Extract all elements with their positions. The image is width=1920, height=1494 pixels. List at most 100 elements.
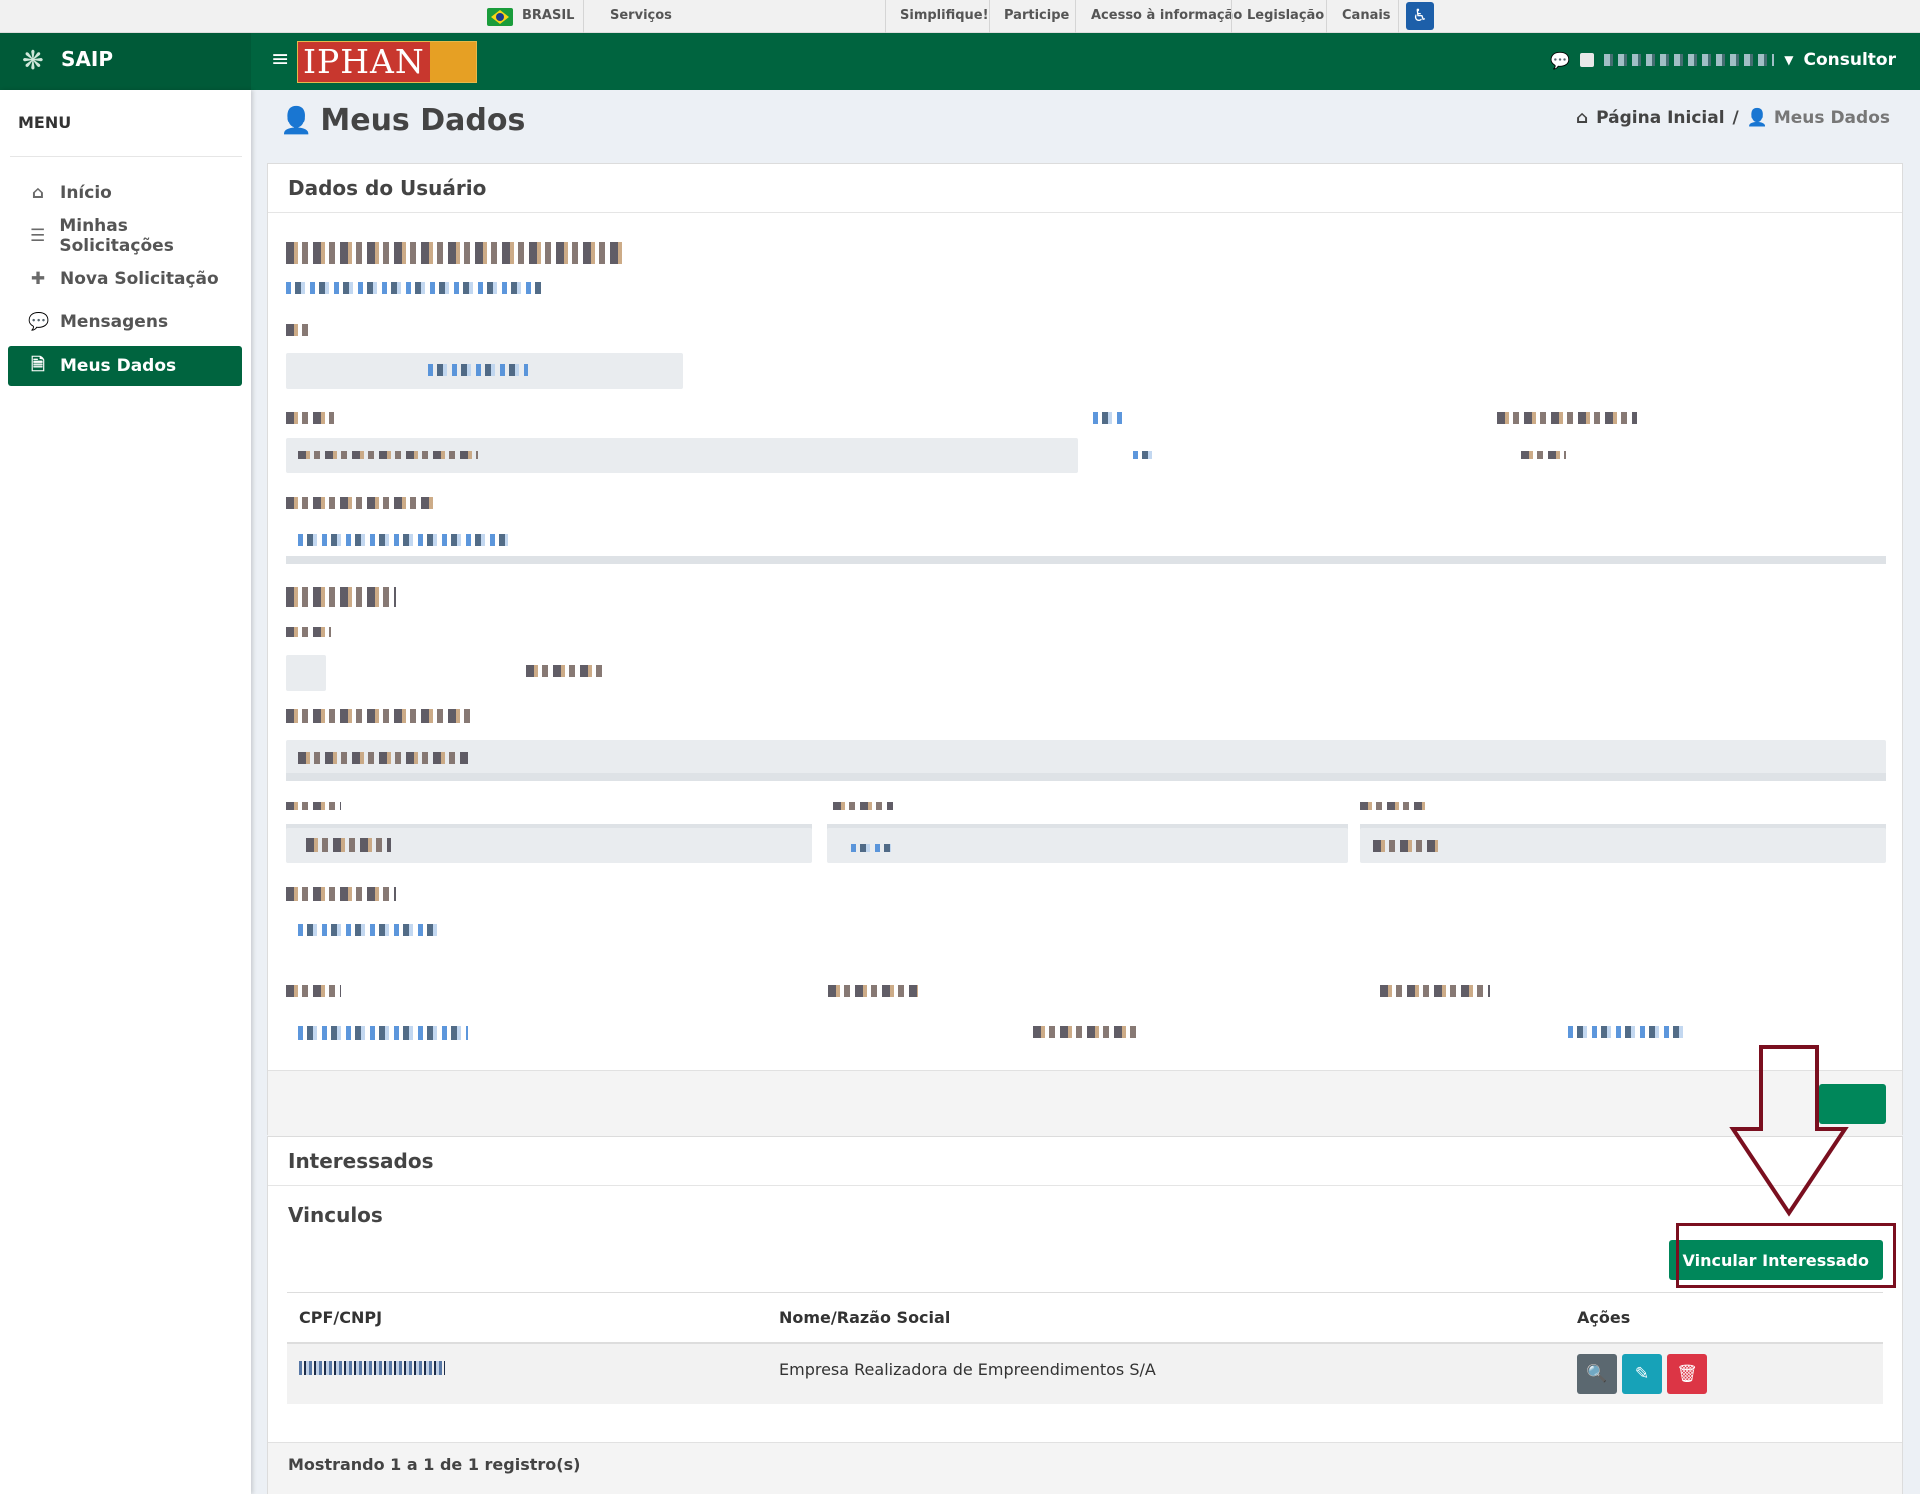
column-header-cpf-cnpj: CPF/CNPJ — [287, 1292, 767, 1344]
iphan-logo-text: IPHAN — [298, 42, 430, 82]
redacted-field — [286, 740, 1886, 775]
breadcrumb-current: 👤 Meus Dados — [1747, 108, 1890, 128]
table-header-row: CPF/CNPJ Nome/Razão Social Ações — [287, 1292, 1883, 1344]
redacted-value — [1033, 1026, 1138, 1038]
hamburger-menu-icon[interactable]: ≡ — [271, 48, 289, 72]
brand-area[interactable]: ❋ SAIP — [0, 33, 251, 90]
list-icon: ☰ — [30, 226, 46, 246]
gov-top-bar: BRASIL Serviços Simplifique! Participe A… — [0, 0, 1920, 33]
top-header: ❋ SAIP ≡ IPHAN 💬 ▼ Consultor — [0, 33, 1920, 90]
sidebar-item-meus-dados[interactable]: 🗎 Meus Dados — [8, 346, 242, 386]
redacted-field — [1360, 828, 1886, 863]
edit-icon: ✎ — [1634, 1363, 1650, 1384]
accessibility-icon[interactable]: ♿ — [1406, 2, 1434, 30]
redacted-user-name — [286, 242, 626, 264]
user-icon: 👤 — [1746, 108, 1768, 128]
iphan-logo-emblem — [429, 42, 476, 82]
redacted-user-email — [286, 282, 541, 294]
redacted-label — [286, 412, 334, 424]
home-icon: ⌂ — [1575, 108, 1589, 128]
gov-participe-link[interactable]: Participe — [1004, 8, 1069, 23]
gov-acesso-informacao-link[interactable]: Acesso à informação — [1091, 8, 1242, 23]
sidebar-item-minhas-solicitacoes[interactable]: ☰ Minhas Solicitações — [8, 216, 242, 256]
breadcrumb: ⌂ Página Inicial / 👤 Meus Dados — [1576, 108, 1890, 128]
redacted-label — [1497, 412, 1637, 424]
user-avatar — [1580, 53, 1595, 67]
edit-button[interactable]: ✎ — [1622, 1353, 1662, 1394]
gov-legislacao-link[interactable]: Legislação — [1247, 8, 1324, 23]
user-data-panel-footer — [268, 1070, 1902, 1136]
redacted-value — [298, 534, 508, 546]
column-header-acoes: Ações — [1565, 1292, 1883, 1344]
redacted-value — [1373, 840, 1438, 852]
gov-servicos-link[interactable]: Serviços — [610, 8, 672, 23]
user-data-panel-title: Dados do Usuário — [268, 164, 1902, 213]
sidebar-item-label: Meus Dados — [60, 356, 177, 376]
redacted-value — [428, 364, 528, 376]
redacted-value — [298, 451, 478, 459]
sidebar-item-label: Minhas Solicitações — [59, 216, 174, 256]
interessados-panel-title: Interessados — [268, 1137, 1902, 1186]
redacted-label — [1360, 802, 1425, 810]
breadcrumb-separator: / — [1732, 108, 1739, 128]
redacted-value — [1521, 451, 1566, 459]
cell-acoes: 🔍 ✎ 🗑 — [1565, 1342, 1883, 1404]
redacted-cpf-cnpj — [299, 1360, 445, 1375]
redacted-label — [286, 497, 436, 509]
page-title-text: Meus Dados — [320, 103, 526, 138]
gov-canais-link[interactable]: Canais — [1342, 8, 1391, 23]
search-icon: 🔍 — [1586, 1363, 1608, 1384]
redacted-value — [1133, 451, 1155, 459]
redacted-label — [286, 985, 341, 997]
chat-icon[interactable]: 💬 — [1550, 51, 1570, 70]
redacted-field — [827, 828, 1348, 863]
divider-line — [286, 773, 1886, 781]
sidebar-item-label: Mensagens — [60, 312, 169, 332]
sidebar-item-mensagens[interactable]: 💬 Mensagens — [8, 302, 242, 342]
delete-button[interactable]: 🗑 — [1667, 1353, 1707, 1394]
user-icon: 👤 — [280, 105, 313, 136]
redacted-field — [286, 655, 326, 691]
column-header-nome: Nome/Razão Social — [767, 1292, 1565, 1344]
user-menu[interactable]: 💬 ▼ Consultor — [1550, 50, 1896, 70]
user-role: Consultor — [1803, 50, 1897, 70]
sidebar-item-label: Nova Solicitação — [60, 269, 219, 289]
brazil-flag-icon — [487, 8, 513, 26]
sidebar-item-nova-solicitacao[interactable]: ✚ Nova Solicitação — [8, 259, 242, 299]
annotation-arrow-icon — [1729, 1045, 1849, 1217]
redacted-label — [286, 324, 310, 336]
records-count-text: Mostrando 1 a 1 de 1 registro(s) — [288, 1455, 581, 1474]
redacted-label — [833, 802, 893, 810]
gov-brasil-link[interactable]: BRASIL — [522, 8, 574, 23]
redacted-label — [286, 802, 341, 810]
chevron-down-icon[interactable]: ▼ — [1784, 53, 1793, 67]
trash-icon: 🗑 — [1676, 1363, 1698, 1384]
redacted-label — [1380, 985, 1490, 997]
table-row: Empresa Realizadora de Empreendimentos S… — [287, 1342, 1883, 1404]
breadcrumb-home[interactable]: Página Inicial — [1596, 108, 1724, 128]
redacted-value — [298, 924, 438, 936]
redacted-value — [526, 665, 606, 677]
iphan-logo: IPHAN — [297, 41, 477, 83]
view-button[interactable]: 🔍 — [1577, 1353, 1617, 1394]
redacted-value — [851, 844, 891, 852]
table-info-footer: Mostrando 1 a 1 de 1 registro(s) — [268, 1442, 1902, 1494]
menu-title: MENU — [18, 113, 72, 132]
redacted-label — [286, 627, 331, 637]
redacted-value — [298, 1026, 468, 1040]
home-icon: ⌂ — [31, 183, 45, 203]
sidebar-item-label: Início — [60, 183, 112, 203]
sidebar-item-inicio[interactable]: ⌂ Início — [8, 173, 242, 213]
brand-name: SAIP — [61, 47, 113, 71]
annotation-highlight-box — [1676, 1223, 1896, 1288]
redacted-section-title — [286, 587, 396, 607]
redacted-label — [828, 985, 918, 997]
user-data-panel: Dados do Usuário — [267, 163, 1903, 1136]
menu-divider — [10, 156, 242, 157]
chat-icon: 💬 — [28, 312, 50, 332]
redacted-label — [1093, 412, 1123, 424]
saip-logo-icon: ❋ — [22, 46, 44, 76]
gov-simplifique-link[interactable]: Simplifique! — [900, 8, 989, 23]
redacted-label — [286, 887, 396, 901]
redacted-value — [306, 838, 391, 852]
